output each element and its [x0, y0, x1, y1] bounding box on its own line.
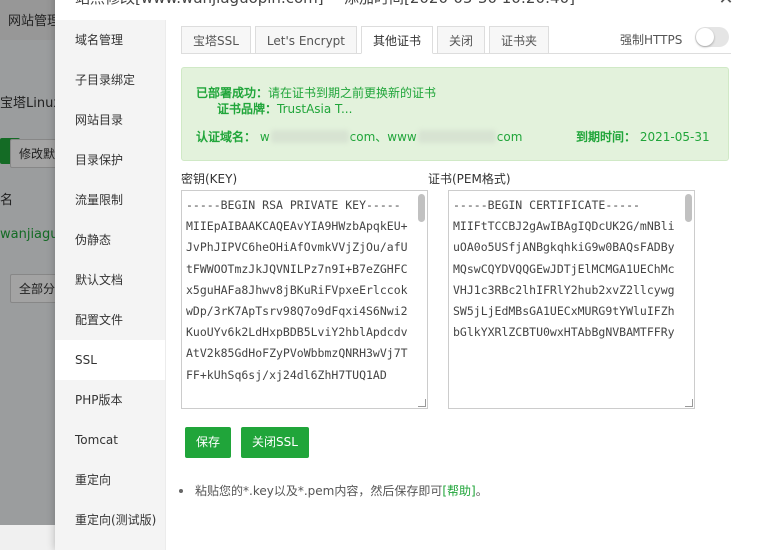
site-settings-dialog: 站点修改[www.wanjiaguopin.com] -- 添加时间[2020-… [55, 0, 766, 550]
ssl-tabs: 宝塔SSL Let's Encrypt 其他证书 关闭 证书夹 [181, 26, 553, 54]
cert-content: -----BEGIN CERTIFICATE----- MIIFtTCCBJ2g… [453, 198, 675, 340]
help-notes: 粘贴您的*.key以及*.pem内容，然后保存即可[帮助]。 [179, 482, 488, 506]
tab-lets-encrypt[interactable]: Let's Encrypt [254, 26, 357, 54]
key-label: 密钥(KEY) [181, 172, 238, 186]
sidebar-item-redirect-beta[interactable]: 重定向(测试版) [55, 500, 165, 540]
sidebar-item-traffic-limit[interactable]: 流量限制 [55, 180, 165, 220]
note-end: 。 [475, 484, 488, 498]
sidebar-item-rewrite[interactable]: 伪静态 [55, 220, 165, 260]
sidebar-item-site-dir[interactable]: 网站目录 [55, 100, 165, 140]
key-content: -----BEGIN RSA PRIVATE KEY----- MIIEpAIB… [186, 198, 408, 382]
force-https-toggle[interactable] [695, 27, 729, 47]
domain-prefix: w [259, 130, 270, 144]
cert-status-box: 已部署成功：请在证书到期之前更换新的证书 证书品牌：TrustAsia T...… [181, 67, 729, 161]
domain-middle: com、www [349, 130, 417, 144]
tab-cert-folder[interactable]: 证书夹 [489, 26, 550, 54]
cert-textarea[interactable]: -----BEGIN CERTIFICATE----- MIIFtTCCBJ2g… [448, 190, 695, 409]
tab-baota-ssl[interactable]: 宝塔SSL [181, 26, 251, 54]
expiry-value: 2021-05-31 [639, 130, 710, 144]
save-button[interactable]: 保存 [185, 427, 232, 458]
tab-other-cert[interactable]: 其他证书 [361, 26, 434, 54]
key-scrollbar[interactable] [418, 194, 425, 222]
domain-row: 认证域名： w com、www com [196, 128, 522, 145]
sidebar-item-subdir-binding[interactable]: 子目录绑定 [55, 60, 165, 100]
note-text: 粘贴您的*.key以及*.pem内容，然后保存即可 [195, 484, 443, 498]
sidebar-item-tomcat[interactable]: Tomcat [55, 420, 165, 460]
sidebar-item-domain[interactable]: 域名管理 [55, 20, 165, 60]
expiry-row: 到期时间： 2021-05-31 [576, 128, 710, 145]
brand-label: 证书品牌： [217, 102, 278, 116]
sidebar-item-config-file[interactable]: 配置文件 [55, 300, 165, 340]
cert-scrollbar[interactable] [685, 194, 692, 222]
redacted-domain-2 [417, 130, 496, 143]
brand-row: 证书品牌：TrustAsia T... [217, 100, 352, 117]
domain-end: com [496, 130, 523, 144]
resize-handle-icon[interactable] [418, 399, 426, 407]
force-https-label: 强制HTTPS [620, 33, 683, 47]
tab-close[interactable]: 关闭 [437, 26, 486, 54]
dialog-title: 站点修改[www.wanjiaguopin.com] -- 添加时间[2020-… [75, 0, 575, 8]
deployed-value: 请在证书到期之前更换新的证书 [268, 86, 437, 100]
sidebar-item-ssl[interactable]: SSL [55, 340, 165, 380]
brand-value: TrustAsia T... [277, 102, 353, 116]
sidebar-item-redirect[interactable]: 重定向 [55, 460, 165, 500]
sidebar-item-php-version[interactable]: PHP版本 [55, 380, 165, 420]
close-icon[interactable]: ✕ [715, 0, 737, 12]
help-link[interactable]: [帮助] [442, 484, 475, 498]
sidebar-item-default-doc[interactable]: 默认文档 [55, 260, 165, 300]
deployed-label: 已部署成功： [196, 86, 269, 100]
sidebar-item-dir-protection[interactable]: 目录保护 [55, 140, 165, 180]
resize-handle-icon[interactable] [685, 399, 693, 407]
expiry-label: 到期时间： [576, 130, 637, 144]
key-textarea[interactable]: -----BEGIN RSA PRIVATE KEY----- MIIEpAIB… [181, 190, 428, 409]
domain-label: 认证域名： [196, 130, 257, 144]
redacted-domain-1 [270, 130, 349, 143]
close-ssl-button[interactable]: 关闭SSL [241, 427, 309, 458]
toggle-knob [696, 28, 714, 46]
ssl-panel: 宝塔SSL Let's Encrypt 其他证书 关闭 证书夹 强制HTTPS … [165, 20, 766, 550]
deployed-row: 已部署成功：请在证书到期之前更换新的证书 [196, 84, 436, 101]
note-item: 粘贴您的*.key以及*.pem内容，然后保存即可[帮助]。 [179, 482, 488, 506]
settings-sidebar: 域名管理 子目录绑定 网站目录 目录保护 流量限制 伪静态 默认文档 配置文件 … [55, 20, 166, 550]
cert-label: 证书(PEM格式) [428, 172, 511, 186]
